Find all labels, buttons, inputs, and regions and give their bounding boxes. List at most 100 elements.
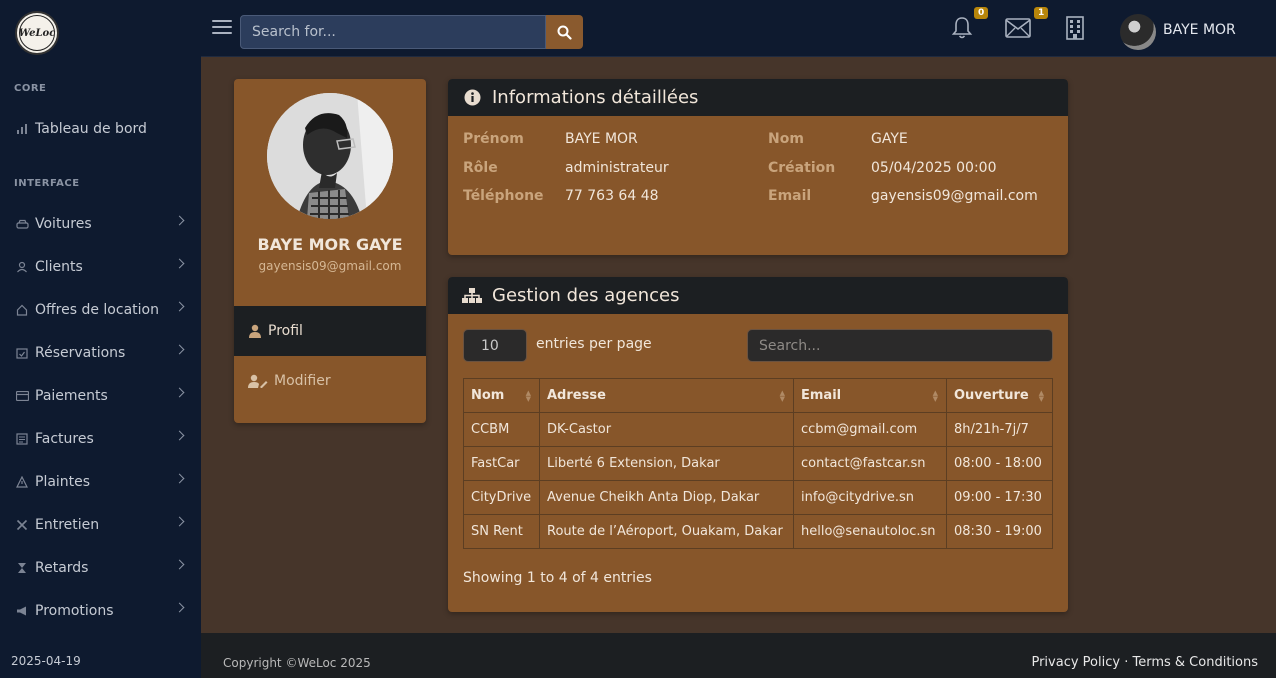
footer-separator: · xyxy=(1124,655,1129,670)
sidebar-item-label: Entretien xyxy=(35,517,100,533)
agencies-card-header: Gestion des agences xyxy=(448,277,1068,314)
sidebar-date: 2025-04-19 xyxy=(11,654,81,668)
cell-email: hello@senautoloc.sn xyxy=(793,514,947,549)
bar-chart-icon xyxy=(15,122,29,136)
notifications-badge: 0 xyxy=(974,7,989,19)
cell-nom: CCBM xyxy=(463,412,540,447)
profile-email: gayensis09@gmail.com xyxy=(258,259,402,273)
terms-link[interactable]: Terms & Conditions xyxy=(1133,655,1259,670)
section-heading-interface: INTERFACE xyxy=(14,178,80,189)
telephone-value: 77 763 64 48 xyxy=(565,188,659,204)
user-icon xyxy=(249,324,261,338)
sidebar-item-dashboard[interactable]: Tableau de bord xyxy=(0,114,201,144)
cell-email: ccbm@gmail.com xyxy=(793,412,947,447)
calendar-check-icon xyxy=(15,346,29,360)
sidebar-item-voitures[interactable]: Voitures xyxy=(0,209,201,239)
sidebar-item-label: Clients xyxy=(35,259,83,275)
entries-per-page-select[interactable]: 10 xyxy=(463,329,527,362)
chevron-right-icon xyxy=(174,258,185,269)
hourglass-icon xyxy=(15,561,29,575)
cell-adresse: Route de l’Aéroport, Ouakam, Dakar xyxy=(539,514,794,549)
details-title: Informations détaillées xyxy=(492,87,699,108)
profile-tab-profil[interactable]: Profil xyxy=(234,306,426,356)
envelope-icon xyxy=(1005,18,1031,38)
sidebar-item-offres[interactable]: Offres de location xyxy=(0,295,201,325)
sidebar-item-label: Paiements xyxy=(35,388,108,404)
user-icon xyxy=(15,260,29,274)
notifications-button[interactable] xyxy=(949,15,975,41)
column-header-nom[interactable]: Nom ▲ ▼ xyxy=(463,378,540,413)
section-heading-core: CORE xyxy=(14,83,47,94)
sidebar-item-entretien[interactable]: Entretien xyxy=(0,510,201,540)
search-button[interactable] xyxy=(546,15,583,49)
sidebar-item-clients[interactable]: Clients xyxy=(0,252,201,282)
cell-adresse: Avenue Cheikh Anta Diop, Dakar xyxy=(539,480,794,515)
sidebar-item-reservations[interactable]: Réservations xyxy=(0,338,201,368)
privacy-policy-link[interactable]: Privacy Policy xyxy=(1031,655,1120,670)
table-row: FastCar Liberté 6 Extension, Dakar conta… xyxy=(463,446,1053,481)
table-row: CityDrive Avenue Cheikh Anta Diop, Dakar… xyxy=(463,480,1053,515)
sidebar-item-factures[interactable]: Factures xyxy=(0,424,201,454)
cell-email: info@citydrive.sn xyxy=(793,480,947,515)
sort-icon: ▲ ▼ xyxy=(1038,389,1044,403)
cell-nom: FastCar xyxy=(463,446,540,481)
sidebar-item-retards[interactable]: Retards xyxy=(0,553,201,583)
profile-tab-modifier[interactable]: Modifier xyxy=(234,356,426,406)
creation-value: 05/04/2025 00:00 xyxy=(871,160,997,176)
chevron-right-icon xyxy=(174,215,185,226)
brand-logo[interactable]: WeLoc xyxy=(15,11,59,55)
info-icon xyxy=(462,88,482,108)
nom-label: Nom xyxy=(768,131,804,147)
topbar: 0 1 BAYE MOR xyxy=(201,0,1276,57)
cell-adresse: Liberté 6 Extension, Dakar xyxy=(539,446,794,481)
role-value: administrateur xyxy=(565,160,669,176)
car-icon xyxy=(15,217,29,231)
column-header-email[interactable]: Email ▲ ▼ xyxy=(793,378,947,413)
cell-email: contact@fastcar.sn xyxy=(793,446,947,481)
chevron-right-icon xyxy=(174,344,185,355)
sidebar-item-paiements[interactable]: Paiements xyxy=(0,381,201,411)
chevron-right-icon xyxy=(174,473,185,484)
copyright-text: Copyright ©WeLoc 2025 xyxy=(223,656,371,670)
sidebar-item-label: Tableau de bord xyxy=(35,121,147,137)
cell-ouverture: 8h/21h-7j/7 xyxy=(946,412,1053,447)
user-name[interactable]: BAYE MOR xyxy=(1163,22,1236,38)
column-header-adresse[interactable]: Adresse ▲ ▼ xyxy=(539,378,794,413)
sidebar-item-label: Offres de location xyxy=(35,302,159,318)
profile-tab-label: Profil xyxy=(268,323,303,339)
column-header-ouverture[interactable]: Ouverture ▲ ▼ xyxy=(946,378,1053,413)
cell-adresse: DK-Castor xyxy=(539,412,794,447)
chevron-right-icon xyxy=(174,559,185,570)
agency-button[interactable] xyxy=(1062,15,1088,41)
bell-icon xyxy=(951,17,973,39)
building-icon xyxy=(1066,16,1084,40)
chevron-right-icon xyxy=(174,430,185,441)
details-card: Informations détaillées Prénom BAYE MOR … xyxy=(448,79,1068,255)
sidebar-item-plaintes[interactable]: Plaintes xyxy=(0,467,201,497)
sidebar-item-label: Promotions xyxy=(35,603,114,619)
sidebar-item-promotions[interactable]: Promotions xyxy=(0,596,201,626)
cell-ouverture: 08:30 - 19:00 xyxy=(946,514,1053,549)
table-search-input[interactable] xyxy=(747,329,1053,362)
messages-badge: 1 xyxy=(1034,7,1049,19)
sort-icon: ▲ ▼ xyxy=(932,389,938,403)
chevron-right-icon xyxy=(174,387,185,398)
user-avatar[interactable] xyxy=(1120,14,1156,50)
megaphone-icon xyxy=(15,604,29,618)
cell-ouverture: 09:00 - 17:30 xyxy=(946,480,1053,515)
sidebar-item-label: Voitures xyxy=(35,216,92,232)
credit-card-icon xyxy=(15,389,29,403)
invoice-icon xyxy=(15,432,29,446)
search-input[interactable] xyxy=(240,15,546,49)
email-label: Email xyxy=(768,188,812,204)
chevron-right-icon xyxy=(174,602,185,613)
cell-ouverture: 08:00 - 18:00 xyxy=(946,446,1053,481)
creation-label: Création xyxy=(768,160,836,176)
email-value: gayensis09@gmail.com xyxy=(871,188,1038,204)
sort-icon: ▲ ▼ xyxy=(779,389,785,403)
sidebar-item-label: Réservations xyxy=(35,345,126,361)
sidebar-item-label: Retards xyxy=(35,560,89,576)
hamburger-menu-icon[interactable] xyxy=(212,20,232,36)
entries-per-page-label: entries per page xyxy=(536,336,652,352)
messages-button[interactable] xyxy=(1005,15,1031,41)
